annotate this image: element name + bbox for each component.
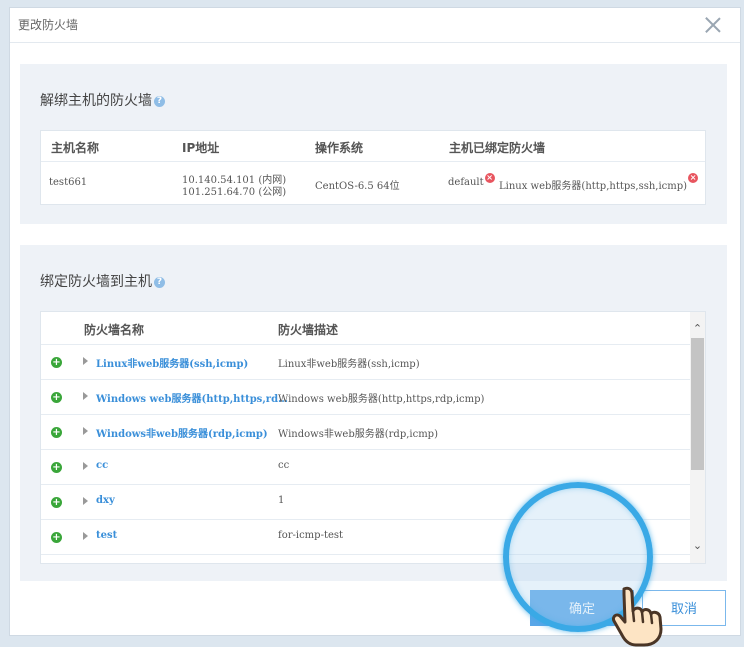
bind-section-title: 绑定防火墙到主机? bbox=[40, 271, 165, 291]
firewall-table-header: 防火墙名称 防火墙描述 bbox=[41, 312, 691, 345]
add-icon[interactable]: + bbox=[51, 497, 62, 508]
help-icon[interactable]: ? bbox=[154, 276, 165, 288]
help-icon[interactable]: ? bbox=[154, 95, 165, 107]
col-host-name: 主机名称 bbox=[51, 141, 100, 155]
firewall-desc: 1 bbox=[278, 495, 285, 506]
chevron-up-icon[interactable]: ⌃ bbox=[690, 321, 705, 337]
add-icon[interactable]: + bbox=[51, 427, 62, 438]
firewall-row[interactable]: + Linux非web服务器(ssh,icmp) Linux非web服务器(ss… bbox=[41, 344, 691, 380]
add-icon[interactable]: + bbox=[51, 462, 62, 473]
chevron-down-icon[interactable]: ⌄ bbox=[690, 538, 705, 554]
dialog-header: 更改防火墙 bbox=[10, 8, 740, 43]
expand-arrow-icon[interactable] bbox=[83, 392, 88, 400]
remove-firewall-icon[interactable]: × bbox=[484, 173, 495, 183]
col-bound-firewalls: 主机已绑定防火墙 bbox=[449, 141, 546, 155]
firewall-name-link[interactable]: cc bbox=[96, 460, 108, 471]
col-firewall-name: 防火墙名称 bbox=[84, 323, 145, 337]
bound-firewall-label: default bbox=[448, 177, 484, 188]
col-os: 操作系统 bbox=[315, 141, 364, 155]
expand-arrow-icon[interactable] bbox=[83, 462, 88, 470]
unbind-title-text: 解绑主机的防火墙 bbox=[40, 93, 152, 109]
expand-arrow-icon[interactable] bbox=[83, 357, 88, 365]
bound-firewall-linux-web: Linux web服务器(http,https,ssh,icmp)× bbox=[499, 173, 699, 192]
firewall-desc: Linux非web服务器(ssh,icmp) bbox=[278, 359, 420, 370]
bound-firewall-default: default × bbox=[448, 173, 495, 188]
col-ip: IP地址 bbox=[182, 141, 220, 155]
add-icon[interactable]: + bbox=[51, 532, 62, 543]
firewall-desc: cc bbox=[278, 460, 290, 471]
bound-firewall-label: Linux web服务器(http,https,ssh,icmp) bbox=[499, 181, 688, 192]
firewall-row[interactable]: + Windows非web服务器(rdp,icmp) Windows非web服务… bbox=[41, 414, 691, 450]
host-table-header: 主机名称 IP地址 操作系统 主机已绑定防火墙 bbox=[41, 131, 705, 162]
dialog-title: 更改防火墙 bbox=[18, 18, 79, 32]
host-ip-public: 101.251.64.70 (公网) bbox=[182, 187, 287, 198]
table-scrollbar[interactable]: ⌃ ⌄ bbox=[690, 312, 705, 563]
close-icon[interactable] bbox=[704, 16, 722, 34]
firewall-name-link[interactable]: dxy bbox=[96, 495, 115, 506]
unbind-section-title: 解绑主机的防火墙? bbox=[40, 90, 165, 110]
host-os: CentOS-6.5 64位 bbox=[315, 181, 400, 192]
firewall-name-link[interactable]: Windows非web服务器(rdp,icmp) bbox=[96, 425, 268, 440]
col-firewall-desc: 防火墙描述 bbox=[278, 323, 339, 337]
host-name: test661 bbox=[49, 177, 88, 188]
scroll-thumb[interactable] bbox=[691, 338, 704, 470]
firewall-name-link[interactable]: Linux非web服务器(ssh,icmp) bbox=[96, 355, 248, 370]
expand-arrow-icon[interactable] bbox=[83, 497, 88, 505]
host-table: 主机名称 IP地址 操作系统 主机已绑定防火墙 test661 10.140.5… bbox=[40, 130, 706, 205]
firewall-name-link[interactable]: test bbox=[96, 530, 117, 541]
expand-arrow-icon[interactable] bbox=[83, 532, 88, 540]
add-icon[interactable]: + bbox=[51, 392, 62, 403]
add-icon[interactable]: + bbox=[51, 357, 62, 368]
firewall-name-link[interactable]: Windows web服务器(http,https,rd… bbox=[96, 390, 288, 405]
pointing-hand-icon bbox=[612, 586, 663, 647]
firewall-desc: Windows非web服务器(rdp,icmp) bbox=[278, 429, 438, 440]
firewall-row[interactable]: + cc cc bbox=[41, 449, 691, 485]
remove-firewall-icon[interactable]: × bbox=[688, 173, 699, 183]
firewall-desc: for-icmp-test bbox=[278, 530, 344, 541]
bind-title-text: 绑定防火墙到主机 bbox=[40, 274, 152, 290]
unbind-section: 解绑主机的防火墙? 主机名称 IP地址 操作系统 主机已绑定防火墙 test66… bbox=[20, 64, 727, 224]
expand-arrow-icon[interactable] bbox=[83, 427, 88, 435]
firewall-desc: Windows web服务器(http,https,rdp,icmp) bbox=[278, 394, 485, 405]
firewall-row[interactable]: + Windows web服务器(http,https,rd… Windows … bbox=[41, 379, 691, 415]
